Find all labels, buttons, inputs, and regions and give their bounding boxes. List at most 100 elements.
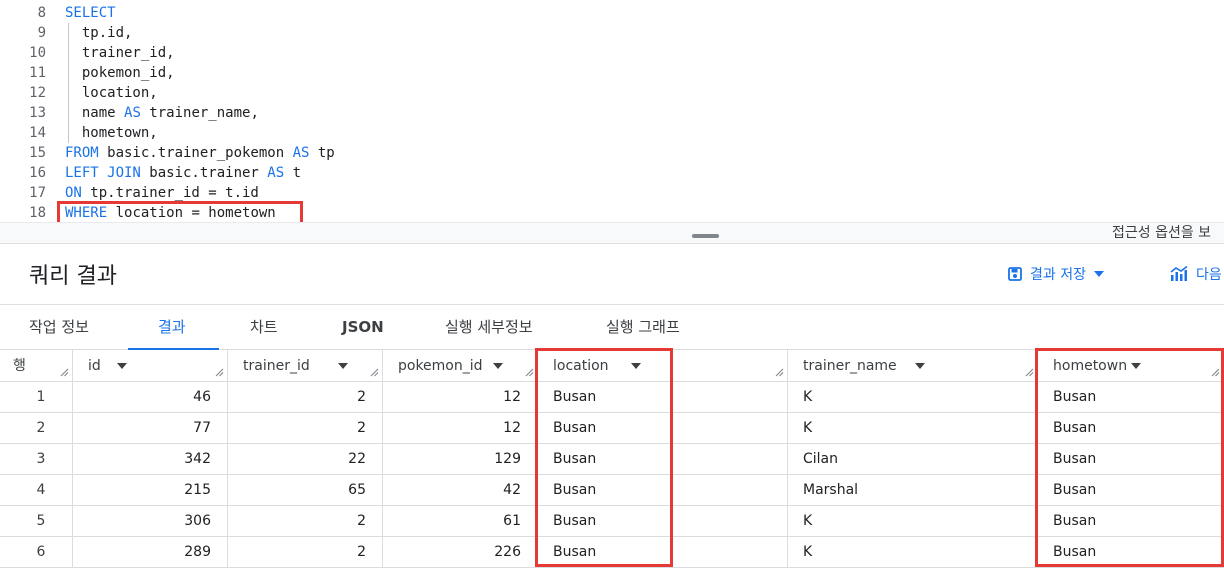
cell-trainer_name[interactable]: K — [788, 413, 1038, 444]
cell-trainer_id[interactable]: 2 — [228, 382, 383, 413]
row-number[interactable]: 4 — [0, 475, 73, 506]
cell-location[interactable]: Busan — [538, 475, 788, 506]
tab-3[interactable]: 차트 — [250, 305, 278, 350]
cell-pokemon_id[interactable]: 61 — [383, 506, 538, 537]
sort-menu-icon[interactable] — [914, 363, 925, 369]
tab-5[interactable]: 실행 세부정보 — [445, 305, 533, 350]
editor-results-splitter[interactable]: 접근성 옵션을 보 — [0, 222, 1224, 244]
row-number[interactable]: 3 — [0, 444, 73, 475]
column-resize-icon[interactable] — [1025, 368, 1034, 377]
cell-location[interactable]: Busan — [538, 506, 788, 537]
results-tabs: 작업 정보 결과 차트 JSON 실행 세부정보 실행 그래프 — [0, 304, 1224, 351]
code-text: LEFT JOIN basic.trainer AS t — [65, 163, 301, 183]
sql-keyword: LEFT JOIN — [65, 165, 141, 181]
tab-6[interactable]: 실행 그래프 — [606, 305, 680, 350]
column-header-trainer_name[interactable]: trainer_name — [788, 350, 1038, 382]
cell-trainer_name[interactable]: Cilan — [788, 444, 1038, 475]
row-number[interactable]: 1 — [0, 382, 73, 413]
cell-trainer_name[interactable]: K — [788, 382, 1038, 413]
column-header-pokemon_id[interactable]: pokemon_id — [383, 350, 538, 382]
sql-token: tp — [309, 145, 335, 161]
code-line[interactable]: 16 LEFT JOIN basic.trainer AS t — [0, 163, 1224, 183]
code-line[interactable]: 10 trainer_id, — [0, 43, 1224, 63]
code-line[interactable]: 13 name AS trainer_name, — [0, 103, 1224, 123]
column-header-hometown[interactable]: hometown — [1038, 350, 1224, 382]
column-resize-icon[interactable] — [1211, 368, 1220, 377]
cell-location[interactable]: Busan — [538, 444, 788, 475]
sql-token: basic.trainer — [140, 165, 268, 181]
code-line[interactable]: 9 tp.id, — [0, 23, 1224, 43]
cell-trainer_id[interactable]: 2 — [228, 506, 383, 537]
cell-hometown[interactable]: Busan — [1038, 444, 1224, 475]
cell-trainer_name[interactable]: K — [788, 506, 1038, 537]
sql-token: basic.trainer_pokemon — [98, 145, 293, 161]
column-header-label: 행 — [13, 358, 26, 374]
results-table: 행 id trainer_id pokemon_id location trainer_n… — [0, 348, 1224, 569]
line-number: 18 — [29, 205, 46, 221]
cell-id[interactable]: 77 — [73, 413, 228, 444]
line-number: 15 — [29, 145, 46, 161]
sql-keyword: AS — [267, 165, 285, 181]
column-resize-icon[interactable] — [370, 368, 379, 377]
column-resize-icon[interactable] — [525, 368, 534, 377]
cell-pokemon_id[interactable]: 12 — [383, 382, 538, 413]
cell-hometown[interactable]: Busan — [1038, 413, 1224, 444]
cell-hometown[interactable]: Busan — [1038, 537, 1224, 568]
code-text: tp.id, — [65, 23, 133, 43]
cell-pokemon_id[interactable]: 226 — [383, 537, 538, 568]
sql-token: tp.trainer_id = t.id — [81, 185, 259, 201]
column-resize-icon[interactable] — [215, 368, 224, 377]
code-text: name AS trainer_name, — [65, 103, 259, 123]
code-line[interactable]: 8 SELECT — [0, 3, 1224, 23]
cell-pokemon_id[interactable]: 12 — [383, 413, 538, 444]
cell-location[interactable]: Busan — [538, 537, 788, 568]
cell-hometown[interactable]: Busan — [1038, 506, 1224, 537]
sort-menu-icon[interactable] — [631, 363, 642, 369]
drag-handle-icon[interactable] — [692, 234, 719, 238]
cell-location[interactable]: Busan — [538, 413, 788, 444]
cell-trainer_id[interactable]: 2 — [228, 537, 383, 568]
cell-hometown[interactable]: Busan — [1038, 382, 1224, 413]
sort-menu-icon[interactable] — [493, 363, 503, 369]
cell-trainer_id[interactable]: 22 — [228, 444, 383, 475]
row-number-header[interactable]: 행 — [0, 350, 73, 382]
sort-menu-icon[interactable] — [116, 363, 127, 369]
row-number[interactable]: 2 — [0, 413, 73, 444]
column-header-location[interactable]: location — [538, 350, 788, 382]
tab-1[interactable]: 작업 정보 — [29, 305, 89, 350]
cell-trainer_name[interactable]: K — [788, 537, 1038, 568]
cell-id[interactable]: 215 — [73, 475, 228, 506]
code-line[interactable]: 14 hometown, — [0, 123, 1224, 143]
save-results-button[interactable]: 결과 저장 — [1008, 263, 1104, 285]
sql-token: pokemon_id, — [65, 65, 175, 81]
save-icon — [1008, 267, 1022, 281]
column-header-trainer_id[interactable]: trainer_id — [228, 350, 383, 382]
explore-data-button[interactable]: 다음 — [1170, 263, 1222, 285]
cell-trainer_id[interactable]: 2 — [228, 413, 383, 444]
cell-id[interactable]: 342 — [73, 444, 228, 475]
code-line[interactable]: 11 pokemon_id, — [0, 63, 1224, 83]
cell-hometown[interactable]: Busan — [1038, 475, 1224, 506]
cell-location[interactable]: Busan — [538, 382, 788, 413]
cell-trainer_name[interactable]: Marshal — [788, 475, 1038, 506]
column-resize-icon[interactable] — [775, 368, 784, 377]
row-number[interactable]: 5 — [0, 506, 73, 537]
tab-4[interactable]: JSON — [342, 305, 384, 350]
cell-pokemon_id[interactable]: 42 — [383, 475, 538, 506]
cell-id[interactable]: 289 — [73, 537, 228, 568]
code-line[interactable]: 17 ON tp.trainer_id = t.id — [0, 183, 1224, 203]
cell-pokemon_id[interactable]: 129 — [383, 444, 538, 475]
row-number[interactable]: 6 — [0, 537, 73, 568]
cell-trainer_id[interactable]: 65 — [228, 475, 383, 506]
sql-editor[interactable]: 8 SELECT 9 tp.id, 10 trainer_id, 11 pokemon_… — [0, 0, 1224, 222]
cell-id[interactable]: 46 — [73, 382, 228, 413]
tab-2[interactable]: 결과 — [158, 305, 186, 350]
column-resize-icon[interactable] — [60, 368, 69, 377]
sort-menu-icon[interactable] — [338, 363, 348, 369]
cell-id[interactable]: 306 — [73, 506, 228, 537]
code-line[interactable]: 15 FROM basic.trainer_pokemon AS tp — [0, 143, 1224, 163]
column-header-id[interactable]: id — [73, 350, 228, 382]
sort-menu-icon[interactable] — [1131, 363, 1142, 369]
column-header-label: pokemon_id — [398, 358, 483, 374]
code-line[interactable]: 12 location, — [0, 83, 1224, 103]
